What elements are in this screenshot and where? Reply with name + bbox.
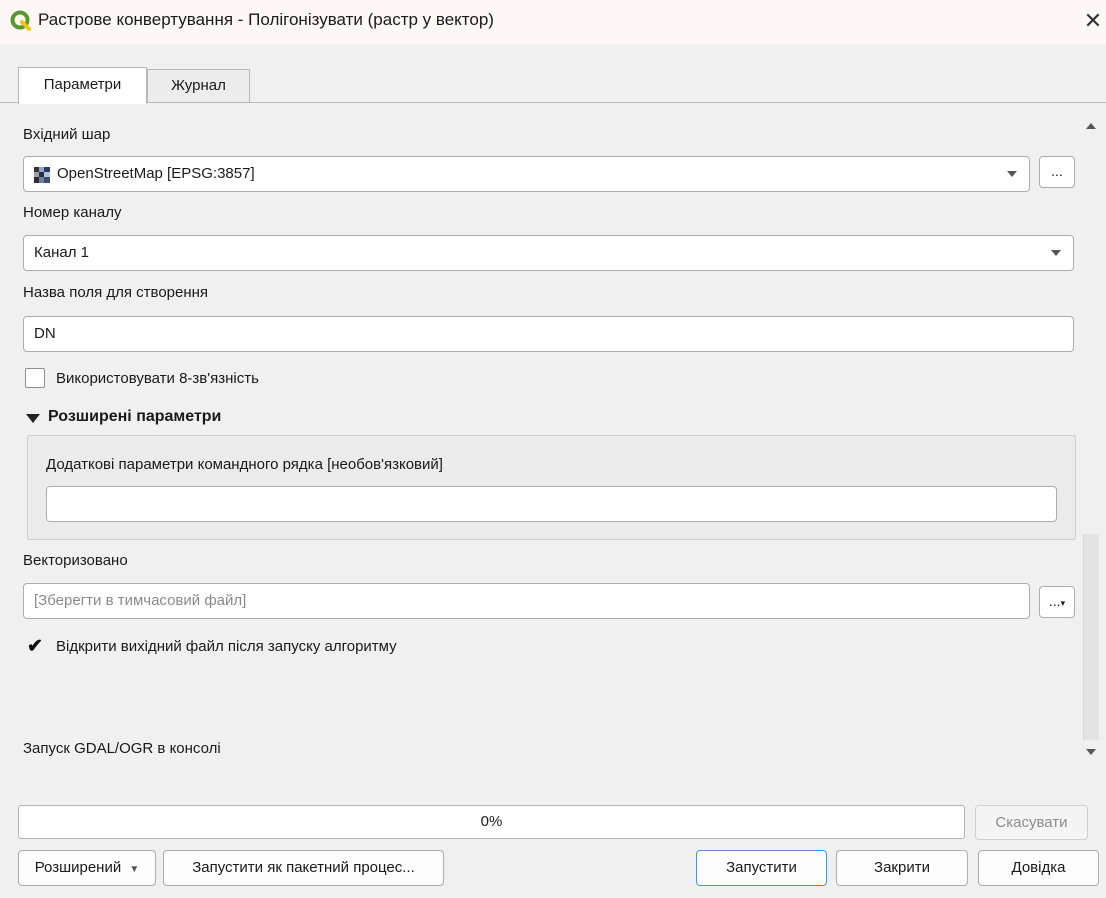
field-name-value: DN [34, 325, 56, 342]
extra-params-label: Додаткові параметри командного рядка [не… [46, 456, 443, 473]
output-label: Векторизовано [23, 552, 128, 569]
close-window-icon[interactable]: ✕ [1080, 6, 1106, 36]
progress-bar: 0% [18, 805, 965, 839]
input-layer-label: Вхідний шар [23, 126, 111, 143]
tab-parameters[interactable]: Параметри [18, 67, 147, 104]
dropdown-arrow-icon: ▾ [1060, 598, 1066, 608]
progress-text: 0% [480, 813, 503, 830]
output-file-input[interactable]: [Зберегти в тимчасовий файл] [23, 583, 1030, 619]
chevron-down-icon [1007, 171, 1017, 177]
qgis-logo-icon [10, 10, 31, 31]
raster-layer-icon [34, 167, 50, 183]
close-button[interactable]: Закрити [836, 850, 968, 886]
tab-divider [0, 102, 1106, 103]
scroll-down-icon[interactable] [1085, 746, 1097, 758]
input-layer-browse-button[interactable]: ... [1039, 156, 1075, 188]
scroll-thumb[interactable] [1083, 534, 1099, 740]
output-browse-label: ... [1048, 593, 1061, 609]
chevron-down-icon [1051, 250, 1061, 256]
advanced-section: Додаткові параметри командного рядка [не… [27, 435, 1076, 540]
open-output-checkbox[interactable]: ✔ [25, 637, 45, 657]
band-combo[interactable]: Канал 1 [23, 235, 1074, 271]
open-output-label: Відкрити вихідний файл після запуску алг… [56, 638, 397, 655]
extra-params-input[interactable] [46, 486, 1057, 522]
input-layer-combo[interactable]: OpenStreetMap [EPSG:3857] [23, 156, 1030, 192]
batch-process-button[interactable]: Запустити як пакетний процес... [163, 850, 444, 886]
output-placeholder: [Зберегти в тимчасовий файл] [34, 592, 247, 609]
title-bar: Растрове конвертування - Полігонізувати … [0, 0, 1106, 44]
field-name-input[interactable]: DN [23, 316, 1074, 352]
parameters-panel: Вхідний шар OpenStreetMap [EPSG:3857] ..… [18, 116, 1081, 766]
field-name-label: Назва поля для створення [23, 284, 209, 301]
band-label: Номер каналу [23, 204, 122, 221]
connectedness-label: Використовувати 8-зв'язність [56, 370, 259, 387]
output-browse-button[interactable]: ...▾ [1039, 586, 1075, 618]
console-label: Запуск GDAL/OGR в консолі [23, 740, 221, 757]
advanced-section-title[interactable]: Розширені параметри [48, 408, 221, 426]
collapse-triangle-icon[interactable] [26, 414, 40, 423]
input-layer-value: OpenStreetMap [EPSG:3857] [57, 165, 255, 182]
chevron-down-icon: ▼ [129, 864, 140, 875]
vertical-scrollbar[interactable] [1081, 116, 1101, 766]
run-button[interactable]: Запустити [696, 850, 827, 886]
window-title: Растрове конвертування - Полігонізувати … [38, 10, 494, 29]
scroll-up-icon[interactable] [1085, 120, 1097, 132]
cancel-button[interactable]: Скасувати [975, 805, 1088, 840]
advanced-menu-button[interactable]: Розширений ▼ [18, 850, 156, 886]
advanced-menu-label: Розширений [34, 859, 122, 876]
band-value: Канал 1 [34, 244, 89, 261]
tab-log[interactable]: Журнал [147, 69, 250, 102]
connectedness-checkbox[interactable] [25, 368, 45, 388]
help-button[interactable]: Довідка [978, 850, 1099, 886]
